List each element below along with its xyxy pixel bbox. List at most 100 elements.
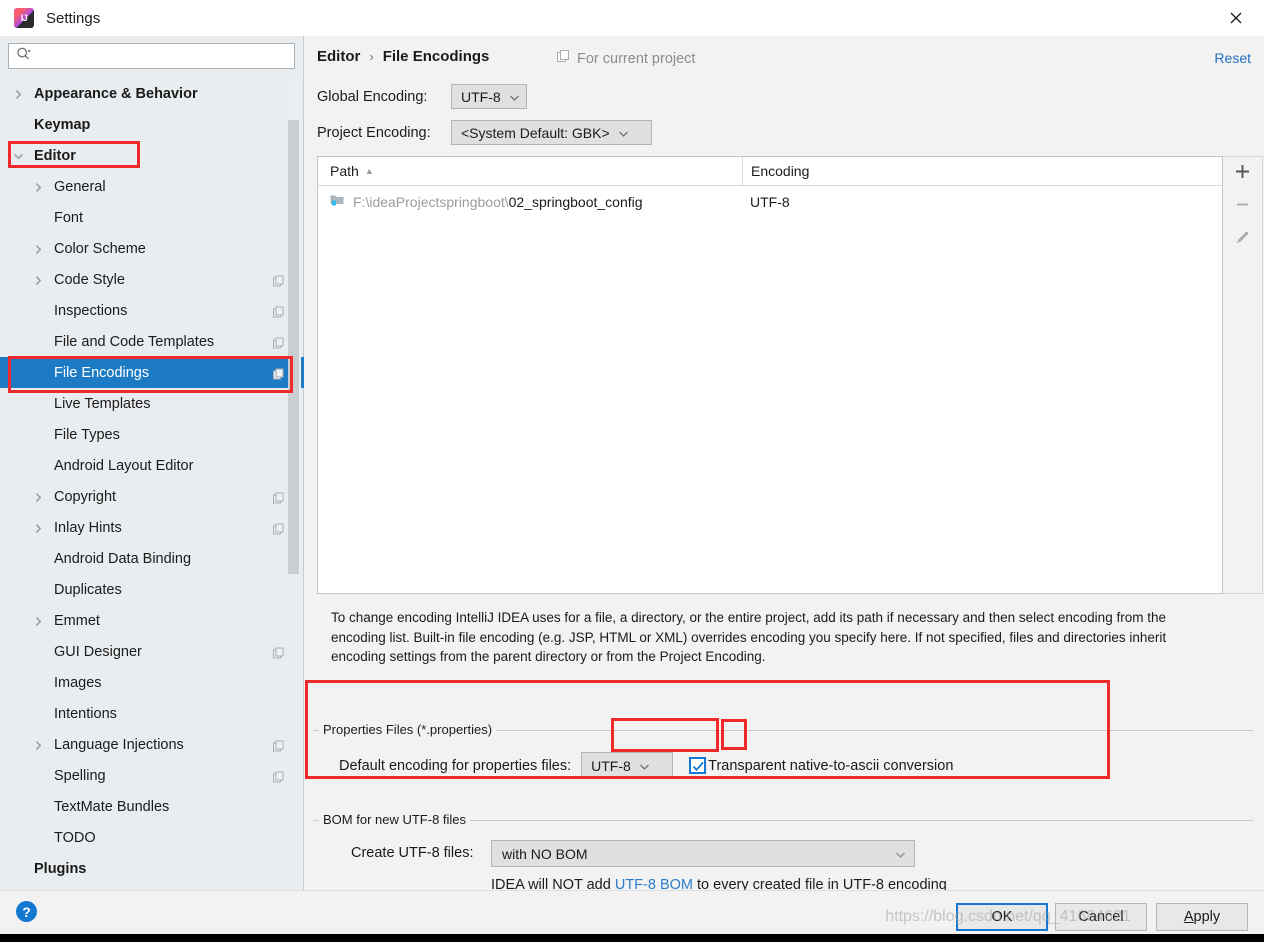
chevron-right-icon[interactable] — [33, 243, 45, 255]
encodings-table: Path ▲ Encoding F:\ideaProjectspringboot… — [317, 156, 1223, 594]
sidebar-item-code-style[interactable]: Code Style — [0, 264, 304, 295]
chevron-right-icon[interactable] — [33, 615, 45, 627]
breadcrumb: Editor › File Encodings — [317, 48, 489, 65]
chevron-right-icon[interactable] — [33, 522, 45, 534]
sidebar-item-textmate-bundles[interactable]: TextMate Bundles — [0, 791, 304, 822]
sidebar-item-label: Language Injections — [54, 736, 184, 753]
sidebar-scrollbar-track[interactable] — [288, 78, 301, 574]
sidebar-item-label: Duplicates — [54, 581, 122, 598]
search-input[interactable] — [32, 45, 294, 67]
sidebar-item-copyright[interactable]: Copyright — [0, 481, 304, 512]
breadcrumb-parent[interactable]: Editor — [317, 48, 360, 65]
sidebar-item-inspections[interactable]: Inspections — [0, 295, 304, 326]
sort-ascending-icon: ▲ — [364, 166, 374, 176]
sidebar-item-inlay-hints[interactable]: Inlay Hints — [0, 512, 304, 543]
close-icon[interactable] — [1208, 0, 1264, 36]
sidebar-item-label: Images — [54, 674, 102, 691]
sidebar-item-general[interactable]: General — [0, 171, 304, 202]
global-encoding-label: Global Encoding: — [317, 88, 428, 105]
transparent-native-to-ascii-label[interactable]: Transparent native-to-ascii conversion — [708, 758, 953, 774]
table-row[interactable]: F:\ideaProjectspringboot\02_springboot_c… — [318, 186, 1222, 217]
project-scope-icon — [273, 367, 284, 379]
create-utf8-files-label: Create UTF-8 files: — [351, 845, 474, 861]
for-current-project-note: For current project — [557, 50, 695, 67]
project-encoding-row: Project Encoding: <System Default: GBK> — [317, 120, 652, 145]
chevron-right-icon[interactable] — [33, 181, 45, 193]
chevron-down-icon[interactable] — [13, 150, 25, 162]
sidebar-item-label: GUI Designer — [54, 643, 142, 660]
sidebar-scrollbar-thumb[interactable] — [288, 120, 299, 574]
sidebar-item-label: Inspections — [54, 302, 128, 319]
table-cell-path: F:\ideaProjectspringboot\02_springboot_c… — [318, 193, 742, 210]
project-encoding-value: <System Default: GBK> — [461, 124, 610, 141]
chevron-down-icon — [895, 846, 906, 862]
sidebar-item-todo[interactable]: TODO — [0, 822, 304, 853]
sidebar-item-label: Android Layout Editor — [54, 457, 194, 474]
window-title: Settings — [46, 9, 101, 27]
sidebar-item-label: Copyright — [54, 488, 117, 505]
apply-button-mnemonic: A — [1183, 909, 1194, 925]
search-box[interactable] — [8, 43, 295, 69]
sidebar-item-label: TextMate Bundles — [54, 798, 170, 815]
sidebar-item-label: Emmet — [54, 612, 100, 629]
sidebar-item-language-injections[interactable]: Language Injections — [0, 729, 304, 760]
add-path-button[interactable] — [1223, 157, 1261, 190]
transparent-native-to-ascii-checkbox[interactable] — [689, 757, 707, 774]
reset-link[interactable]: Reset — [1214, 50, 1251, 66]
table-cell-encoding[interactable]: UTF-8 — [742, 194, 790, 210]
chevron-down-icon — [618, 125, 629, 141]
chevron-right-icon[interactable] — [13, 88, 25, 100]
sidebar-item-label: Editor — [34, 147, 76, 164]
column-header-encoding[interactable]: Encoding — [743, 163, 809, 179]
global-encoding-combo[interactable]: UTF-8 — [451, 84, 527, 109]
column-header-path[interactable]: Path ▲ — [318, 163, 742, 179]
project-scope-icon — [273, 770, 284, 782]
sidebar-item-editor[interactable]: Editor — [0, 140, 304, 171]
sidebar-item-file-encodings[interactable]: File Encodings — [0, 357, 304, 388]
sidebar-item-file-types[interactable]: File Types — [0, 419, 304, 450]
sidebar-item-live-templates[interactable]: Live Templates — [0, 388, 304, 419]
sidebar-item-label: Plugins — [34, 860, 87, 877]
default-properties-encoding-combo[interactable]: UTF-8 — [581, 752, 674, 779]
sidebar-item-intentions[interactable]: Intentions — [0, 698, 304, 729]
edit-path-button[interactable] — [1223, 223, 1261, 256]
sidebar-item-label: TODO — [54, 829, 96, 846]
ok-button[interactable]: OK — [956, 903, 1048, 931]
sidebar-item-android-data-binding[interactable]: Android Data Binding — [0, 543, 304, 574]
sidebar-item-images[interactable]: Images — [0, 667, 304, 698]
apply-button[interactable]: Apply — [1156, 903, 1248, 931]
sidebar-item-color-scheme[interactable]: Color Scheme — [0, 233, 304, 264]
sidebar-item-file-and-code-templates[interactable]: File and Code Templates — [0, 326, 304, 357]
path-name: 02_springboot_config — [508, 193, 643, 210]
for-current-project-label: For current project — [577, 50, 696, 67]
bom-group-title: BOM for new UTF-8 files — [319, 812, 471, 827]
table-header-row: Path ▲ Encoding — [318, 156, 1222, 186]
sidebar-item-label: General — [54, 178, 106, 195]
sidebar-item-spelling[interactable]: Spelling — [0, 760, 304, 791]
chevron-right-icon[interactable] — [33, 274, 45, 286]
sidebar-item-plugins[interactable]: Plugins — [0, 853, 304, 884]
sidebar-item-font[interactable]: Font — [0, 202, 304, 233]
sidebar-item-label: Appearance & Behavior — [34, 85, 198, 102]
chevron-right-icon[interactable] — [33, 491, 45, 503]
help-button[interactable]: ? — [16, 901, 37, 922]
default-properties-encoding-value: UTF-8 — [591, 757, 631, 774]
breadcrumb-separator-icon: › — [369, 49, 374, 64]
sidebar-item-keymap[interactable]: Keymap — [0, 109, 304, 140]
sidebar-item-label: Intentions — [54, 705, 117, 722]
cancel-button[interactable]: Cancel — [1055, 903, 1147, 931]
intellij-idea-icon — [14, 8, 34, 28]
remove-path-button[interactable] — [1223, 190, 1261, 223]
breadcrumb-current: File Encodings — [382, 48, 490, 65]
sidebar-item-label: File and Code Templates — [54, 333, 215, 350]
sidebar-item-gui-designer[interactable]: GUI Designer — [0, 636, 304, 667]
create-utf8-files-combo[interactable]: with NO BOM — [491, 840, 915, 867]
default-encoding-label: Default encoding for properties files: — [339, 757, 572, 774]
sidebar-item-appearance-behavior[interactable]: Appearance & Behavior — [0, 78, 304, 109]
sidebar-item-label: Font — [54, 209, 84, 226]
sidebar-item-android-layout-editor[interactable]: Android Layout Editor — [0, 450, 304, 481]
project-encoding-combo[interactable]: <System Default: GBK> — [451, 120, 652, 145]
sidebar-item-emmet[interactable]: Emmet — [0, 605, 304, 636]
sidebar-item-duplicates[interactable]: Duplicates — [0, 574, 304, 605]
chevron-right-icon[interactable] — [33, 739, 45, 751]
